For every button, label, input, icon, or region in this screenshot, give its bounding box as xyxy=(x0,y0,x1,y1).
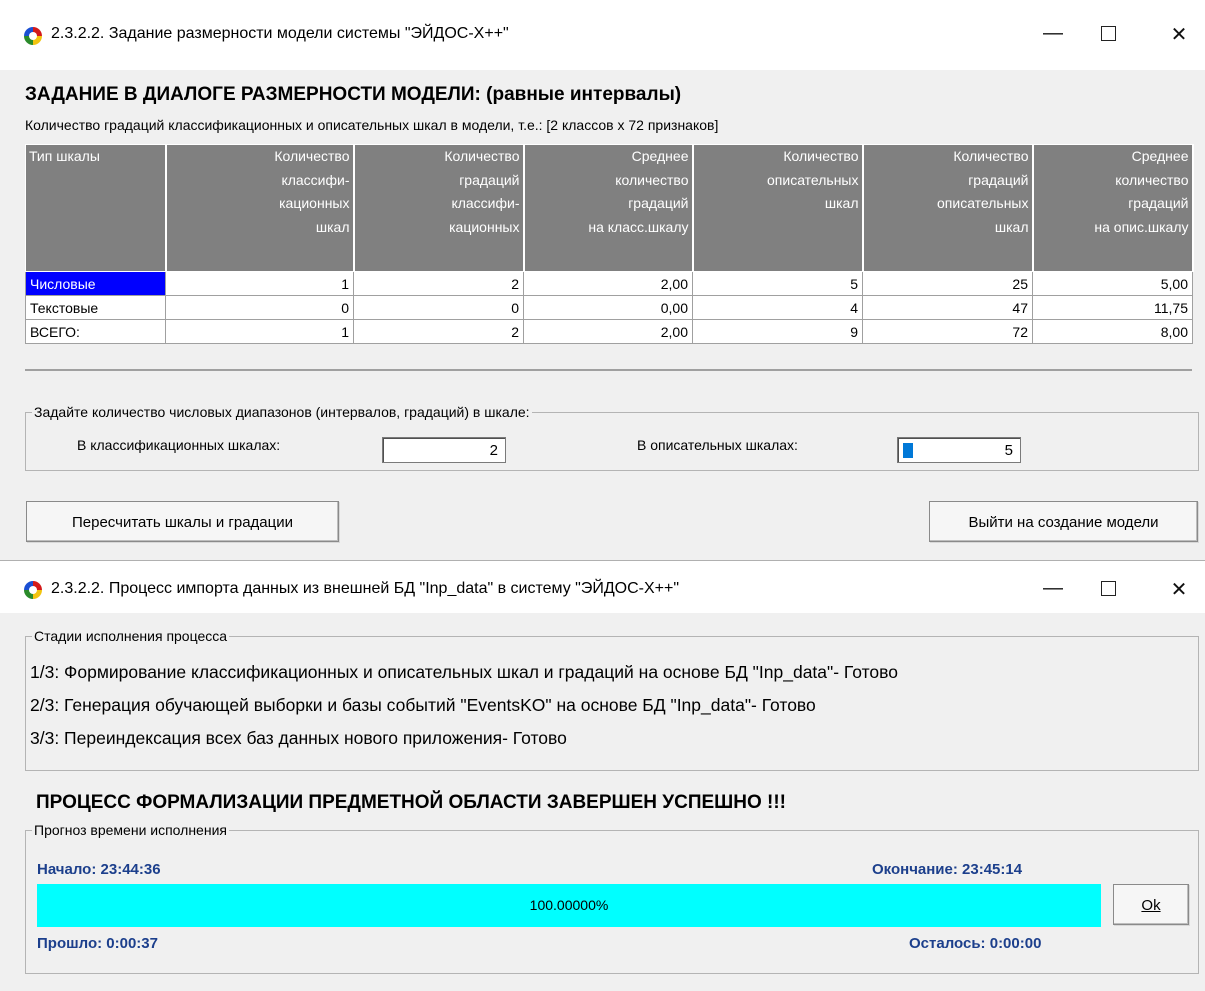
table-cell[interactable]: 72 xyxy=(862,319,1033,344)
table-cell[interactable]: ВСЕГО: xyxy=(25,319,166,344)
app-icon xyxy=(24,581,42,599)
table-row[interactable]: Числовые 1 2 2,00 5 25 5,00 xyxy=(25,271,1193,296)
recalc-scales-button[interactable]: Пересчитать шкалы и градации xyxy=(26,501,339,542)
close-button[interactable]: ✕ xyxy=(1156,577,1202,602)
process-status: ПРОЦЕСС ФОРМАЛИЗАЦИИ ПРЕДМЕТНОЙ ОБЛАСТИ … xyxy=(36,792,786,813)
stages-group-legend: Стадии исполнения процесса xyxy=(34,628,228,644)
model-summary: Количество градаций классификационных и … xyxy=(25,117,719,133)
app-icon xyxy=(24,27,42,45)
table-cell[interactable]: 5 xyxy=(692,271,863,296)
table-cell[interactable]: 0 xyxy=(165,295,354,320)
table-cell[interactable]: 2,00 xyxy=(523,319,693,344)
column-header[interactable]: Количество классифи-кационных шкал xyxy=(165,144,355,272)
exit-to-model-button[interactable]: Выйти на создание модели xyxy=(929,501,1198,542)
column-header[interactable]: Среднее количество градаций на класс.шкалу xyxy=(523,144,694,272)
table-cell[interactable]: 9 xyxy=(692,319,863,344)
maximize-icon xyxy=(1100,581,1116,596)
stage-line: 1/3: Формирование классификационных и оп… xyxy=(30,662,898,682)
table-cell[interactable]: 1 xyxy=(165,271,354,296)
table-row[interactable]: Текстовые 0 0 0,00 4 47 11,75 xyxy=(25,295,1193,320)
title-bar: 2.3.2.2. Процесс импорта данных из внешн… xyxy=(0,561,1205,613)
table-cell[interactable]: 4 xyxy=(692,295,863,320)
table-cell[interactable]: 1 xyxy=(165,319,354,344)
table-cell[interactable]: 47 xyxy=(862,295,1033,320)
progress-text: 100.00000% xyxy=(529,897,609,913)
table-header-row: Тип шкалы Количество классифи-кационных шк… xyxy=(25,144,1194,272)
table-cell[interactable]: 8,00 xyxy=(1032,319,1193,344)
stage-line: 3/3: Переиндексация всех баз данных ново… xyxy=(30,728,567,748)
table-cell[interactable]: 11,75 xyxy=(1032,295,1193,320)
maximize-icon xyxy=(1100,26,1116,41)
table-cell[interactable]: 25 xyxy=(862,271,1033,296)
table-cell[interactable]: 0,00 xyxy=(523,295,693,320)
table-row[interactable]: ВСЕГО: 1 2 2,00 9 72 8,00 xyxy=(25,319,1193,344)
maximize-button[interactable] xyxy=(1085,577,1131,602)
ok-button-label: Ok xyxy=(1141,897,1161,914)
table-cell[interactable]: Текстовые xyxy=(25,295,166,320)
stage-line: 2/3: Генерация обучающей выборки и базы … xyxy=(30,695,816,715)
maximize-button[interactable] xyxy=(1085,22,1131,47)
elapsed-time: Прошло: 0:00:37 xyxy=(37,935,158,952)
text-cursor xyxy=(903,443,913,458)
desc-scales-value: 5 xyxy=(1004,442,1013,459)
window-title: 2.3.2.2. Процесс импорта данных из внешн… xyxy=(51,580,680,597)
desc-scales-label: В описательных шкалах: xyxy=(637,437,798,453)
scales-table: Тип шкалы Количество классифи-кационных шк… xyxy=(25,144,1194,344)
remaining-time: Осталось: 0:00:00 xyxy=(909,935,1042,952)
table-bottom-border xyxy=(25,369,1192,371)
column-header[interactable]: Тип шкалы xyxy=(25,144,167,272)
minimize-button[interactable]: — xyxy=(1030,577,1076,600)
class-scales-input[interactable]: 2 xyxy=(382,437,506,463)
dialog-heading: ЗАДАНИЕ В ДИАЛОГЕ РАЗМЕРНОСТИ МОДЕЛИ: (р… xyxy=(25,84,682,105)
title-bar: 2.3.2.2. Задание размерности модели сист… xyxy=(0,0,1205,70)
forecast-group-legend: Прогноз времени исполнения xyxy=(34,822,227,838)
table-cell[interactable]: 2,00 xyxy=(523,271,693,296)
ranges-group-legend: Задайте количество числовых диапазонов (… xyxy=(34,404,530,420)
start-time: Начало: 23:44:36 xyxy=(37,861,161,878)
window-title: 2.3.2.2. Задание размерности модели сист… xyxy=(51,25,509,42)
close-button[interactable]: ✕ xyxy=(1156,22,1202,47)
column-header[interactable]: Количество градаций классифи-кационных xyxy=(353,144,525,272)
desc-scales-input[interactable]: 5 xyxy=(897,437,1021,463)
table-cell[interactable]: 0 xyxy=(353,295,524,320)
progress-bar: 100.00000% xyxy=(37,884,1101,927)
minimize-button[interactable]: — xyxy=(1030,22,1076,45)
column-header[interactable]: Количество описательных шкал xyxy=(692,144,864,272)
column-header[interactable]: Количество градаций описательных шкал xyxy=(862,144,1034,272)
class-scales-label: В классификационных шкалах: xyxy=(77,437,281,453)
model-dimension-window: 2.3.2.2. Задание размерности модели сист… xyxy=(0,0,1205,560)
table-cell[interactable]: 2 xyxy=(353,319,524,344)
table-cell[interactable]: 2 xyxy=(353,271,524,296)
column-header[interactable]: Среднее количество градаций на опис.шкалу xyxy=(1032,144,1194,272)
table-cell[interactable]: Числовые xyxy=(25,271,166,296)
end-time: Окончание: 23:45:14 xyxy=(872,861,1023,878)
table-cell[interactable]: 5,00 xyxy=(1032,271,1193,296)
ok-button[interactable]: Ok xyxy=(1113,884,1189,925)
